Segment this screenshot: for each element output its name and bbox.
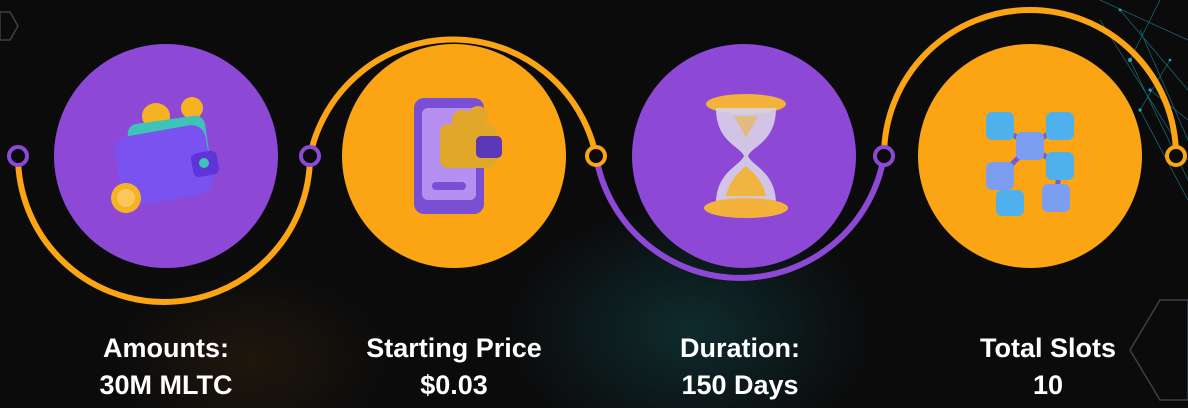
stat-value: 10 <box>1032 370 1064 400</box>
stat-value: 30M MLTC <box>99 370 233 400</box>
stat-value: 150 Days <box>681 370 799 400</box>
stat-label-total-slots: Total Slots 10 <box>928 330 1168 404</box>
phone-wallet-coins-icon <box>414 98 502 214</box>
stat-circle-duration <box>632 44 856 268</box>
tokenomics-stats-section: Amounts: 30M MLTC Starting Price $0.03 D… <box>0 0 1188 408</box>
connector-node-1 <box>7 145 29 167</box>
stat-title: Duration: <box>680 333 800 363</box>
hourglass-icon <box>704 94 788 218</box>
stat-title: Amounts: <box>103 333 229 363</box>
stat-circle-starting-price <box>342 44 566 268</box>
connector-node-2 <box>299 145 321 167</box>
connector-node-4 <box>873 145 895 167</box>
connector-node-5 <box>1165 145 1187 167</box>
stat-label-amounts: Amounts: 30M MLTC <box>46 330 286 404</box>
stat-value: $0.03 <box>420 370 488 400</box>
stat-title: Starting Price <box>366 333 542 363</box>
stat-circle-total-slots <box>918 44 1142 268</box>
connector-node-3 <box>585 145 607 167</box>
stat-title: Total Slots <box>979 333 1116 363</box>
wallet-coins-icon <box>111 97 219 213</box>
blockchain-cubes-icon <box>986 112 1074 216</box>
stat-label-duration: Duration: 150 Days <box>620 330 860 404</box>
stat-label-starting-price: Starting Price $0.03 <box>334 330 574 404</box>
stat-circle-amounts <box>54 44 278 268</box>
